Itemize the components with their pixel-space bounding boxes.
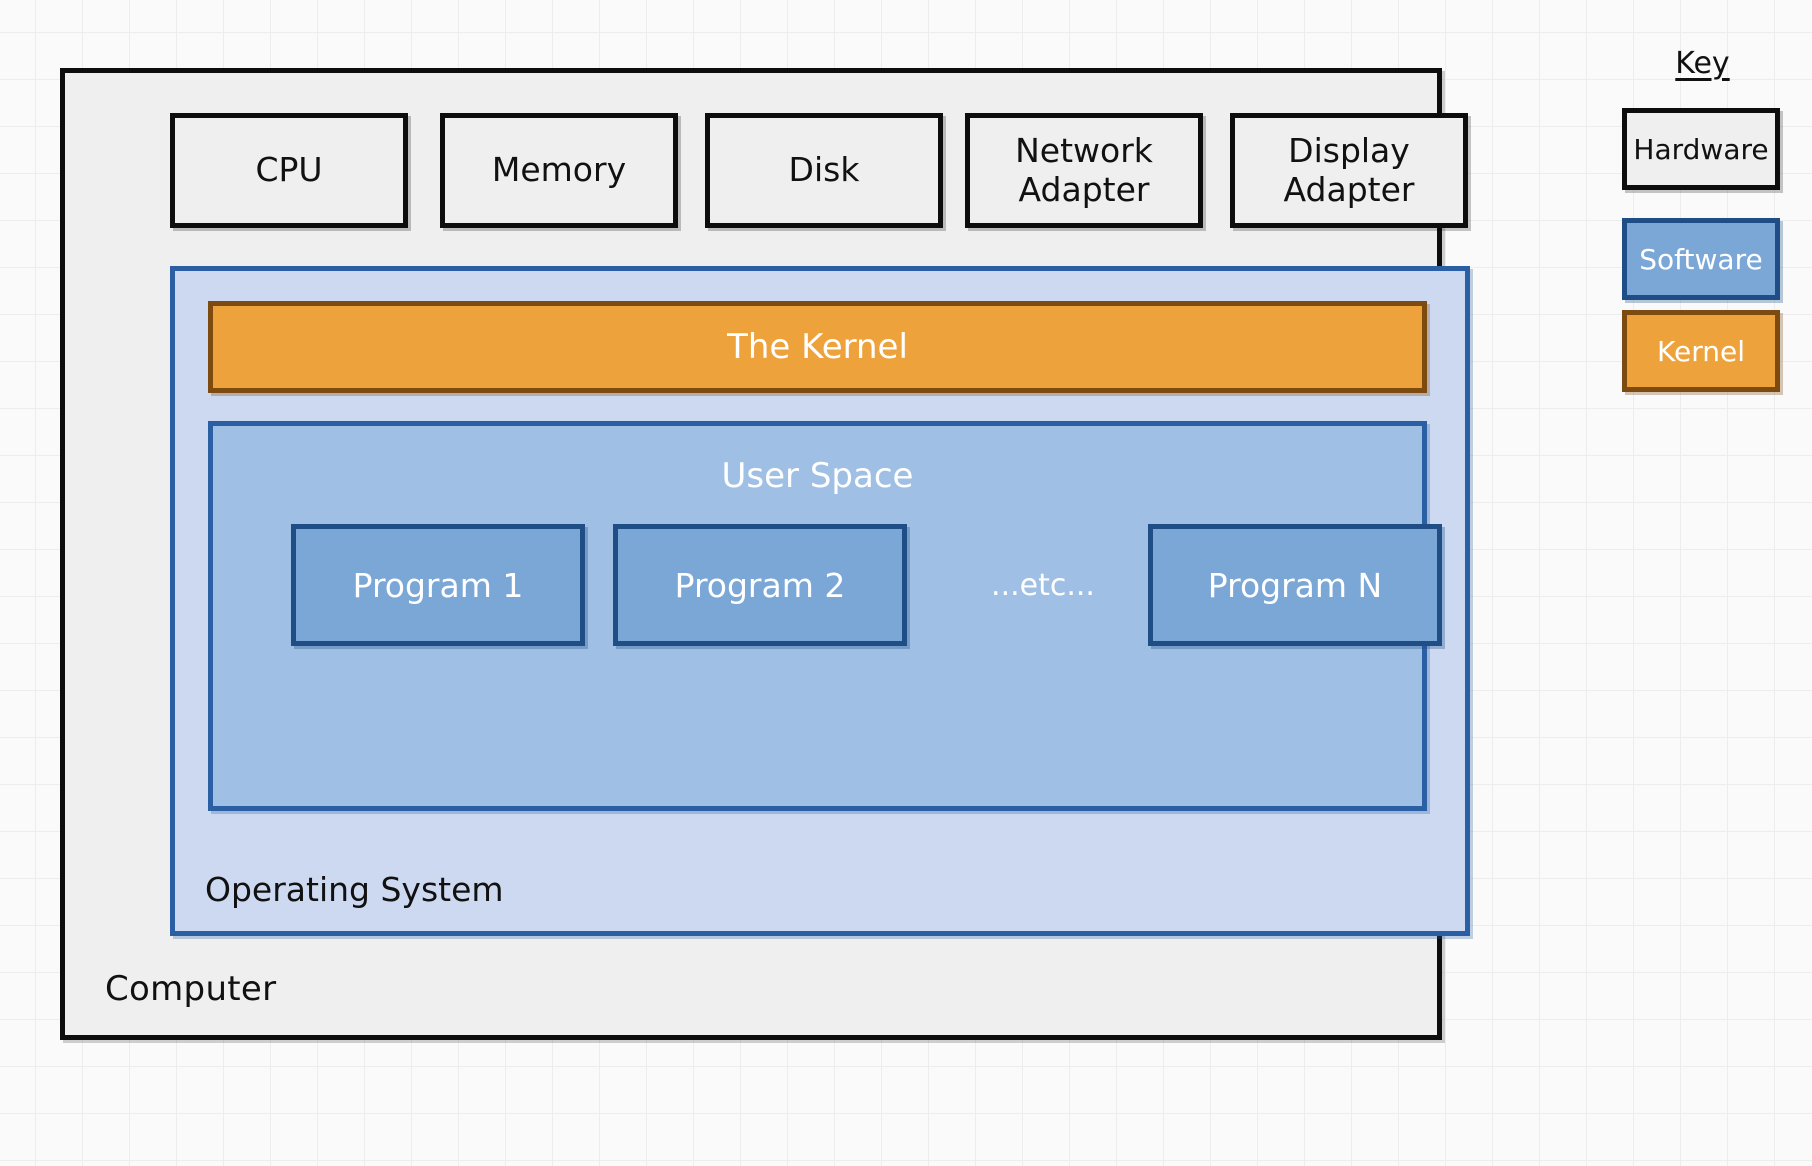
hardware-box-network-adapter-label: Network Adapter	[1015, 130, 1153, 209]
key-title: Key	[1675, 46, 1730, 81]
program-box-2[interactable]: Program 2	[613, 524, 907, 646]
hardware-box-display-adapter[interactable]: Display Adapter	[1230, 113, 1468, 228]
operating-system-container: The Kernel User Space Program 1 Program …	[170, 266, 1470, 936]
operating-system-label: Operating System	[205, 870, 504, 909]
kernel-box[interactable]: The Kernel	[208, 301, 1427, 393]
user-space-container: User Space Program 1 Program 2 ...etc...…	[208, 421, 1442, 811]
hardware-box-display-adapter-label: Display Adapter	[1283, 130, 1415, 209]
kernel-label: The Kernel	[727, 327, 908, 367]
hardware-box-disk-label: Disk	[788, 150, 860, 190]
hardware-box-network-adapter[interactable]: Network Adapter	[965, 113, 1203, 228]
key-panel: Key Hardware Software Kernel	[1600, 30, 1805, 392]
key-item-kernel-label: Kernel	[1657, 334, 1745, 368]
key-item-software: Software	[1622, 218, 1780, 300]
key-item-software-label: Software	[1639, 242, 1763, 276]
program-box-n[interactable]: Program N	[1148, 524, 1442, 646]
program-box-1[interactable]: Program 1	[291, 524, 585, 646]
key-item-kernel: Kernel	[1622, 310, 1780, 392]
key-item-hardware-label: Hardware	[1633, 132, 1769, 166]
key-item-hardware: Hardware	[1622, 108, 1780, 190]
computer-label: Computer	[105, 969, 277, 1009]
programs-ellipsis-label: ...etc...	[991, 567, 1095, 603]
computer-container: CPU Memory Disk Network Adapter Display Ad…	[60, 68, 1470, 1040]
user-space-label: User Space	[721, 456, 914, 496]
hardware-box-disk[interactable]: Disk	[705, 113, 943, 228]
program-box-n-label: Program N	[1207, 565, 1383, 605]
hardware-box-memory-label: Memory	[491, 150, 627, 190]
diagram-canvas: CPU Memory Disk Network Adapter Display Ad…	[0, 0, 1812, 1166]
program-row: Program 1 Program 2 ...etc... Program N	[213, 524, 1442, 646]
program-box-1-label: Program 1	[352, 565, 524, 605]
hardware-component-row: CPU Memory Disk Network Adapter Display Ad…	[65, 113, 1468, 228]
program-box-2-label: Program 2	[674, 565, 846, 605]
hardware-box-cpu[interactable]: CPU	[170, 113, 408, 228]
hardware-box-memory[interactable]: Memory	[440, 113, 678, 228]
hardware-box-cpu-label: CPU	[255, 150, 323, 190]
